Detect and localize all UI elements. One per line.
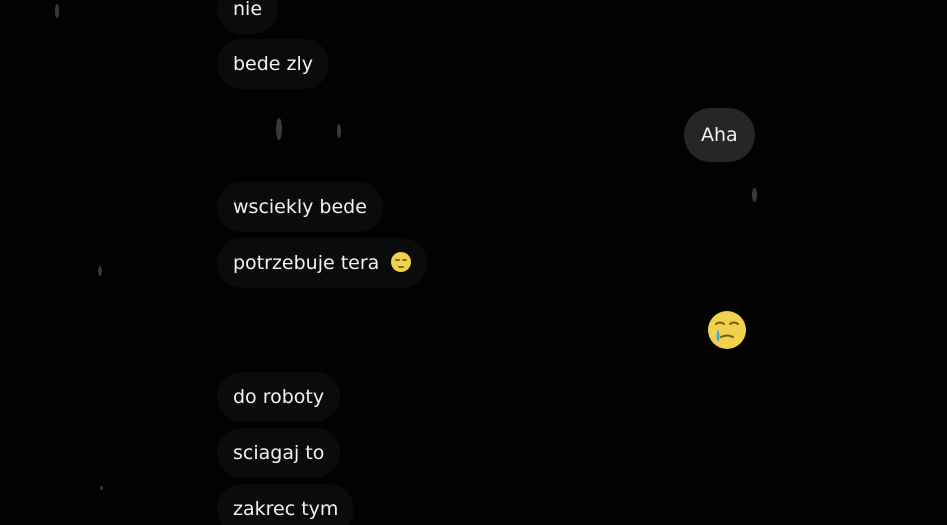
message-text: Aha bbox=[701, 124, 738, 146]
dust-speck bbox=[98, 266, 102, 276]
dust-speck bbox=[55, 4, 59, 18]
chat-screen: nie bede zly Aha wsciekly bede potrzebuj… bbox=[0, 0, 947, 525]
message-bubble-incoming[interactable]: wsciekly bede bbox=[217, 182, 383, 232]
dust-speck bbox=[100, 486, 103, 490]
message-bubble-outgoing[interactable]: Aha bbox=[684, 108, 755, 162]
sleepy-face-icon bbox=[391, 252, 412, 272]
message-bubble-incoming[interactable]: zakrec tym bbox=[217, 484, 355, 525]
message-text: potrzebuje tera bbox=[233, 252, 380, 274]
dust-speck bbox=[276, 118, 282, 140]
message-text: sciagaj to bbox=[233, 442, 325, 464]
dust-speck bbox=[752, 188, 757, 202]
message-bubble-incoming[interactable]: sciagaj to bbox=[217, 428, 341, 478]
message-bubble-incoming[interactable]: potrzebuje tera bbox=[217, 238, 428, 288]
message-bubble-incoming[interactable]: do roboty bbox=[217, 372, 341, 422]
message-text: zakrec tym bbox=[233, 498, 339, 520]
message-bubble-incoming[interactable]: nie bbox=[217, 0, 279, 34]
message-text: wsciekly bede bbox=[233, 196, 367, 218]
dust-speck bbox=[337, 124, 341, 138]
message-bubble-incoming[interactable]: bede zly bbox=[217, 39, 330, 89]
message-text: do roboty bbox=[233, 386, 325, 408]
message-text: bede zly bbox=[233, 53, 314, 75]
face-holding-back-tears-icon[interactable] bbox=[707, 310, 747, 350]
message-text: nie bbox=[233, 0, 263, 20]
